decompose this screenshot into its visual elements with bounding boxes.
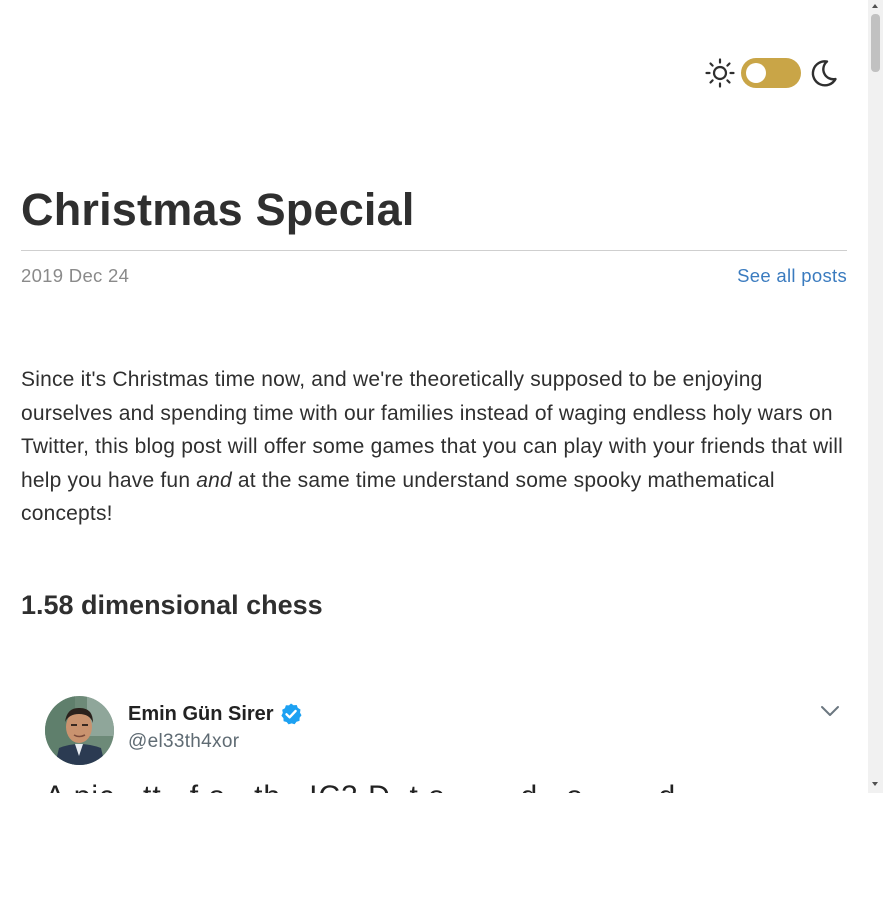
theme-toggle <box>704 56 839 90</box>
theme-switch[interactable] <box>741 58 801 88</box>
theme-switch-knob <box>746 63 766 83</box>
intro-emphasis: and <box>196 468 232 492</box>
vertical-scrollbar[interactable] <box>868 0 883 793</box>
page-viewport: Christmas Special 2019 Dec 24 See all po… <box>0 0 868 793</box>
tweet-text: A pic ..tt.. f.o.. th.. IC3 D..t.o..... … <box>45 780 676 793</box>
title-divider <box>21 250 847 251</box>
moon-icon <box>811 60 837 87</box>
post-date: 2019 Dec 24 <box>21 265 130 286</box>
scroll-down-arrow-icon[interactable] <box>872 782 878 786</box>
post-title: Christmas Special <box>21 184 415 235</box>
tweet-author-name[interactable]: Emin Gün Sirer <box>128 703 274 726</box>
scroll-up-arrow-icon[interactable] <box>872 4 878 8</box>
see-all-posts-link[interactable]: See all posts <box>737 265 847 287</box>
sun-icon <box>705 58 735 88</box>
embedded-tweet[interactable]: Emin Gün Sirer @el33th4xor A pic ..tt.. … <box>45 693 847 793</box>
avatar[interactable] <box>45 696 114 765</box>
verified-badge-icon <box>281 703 302 725</box>
intro-paragraph: Since it's Christmas time now, and we're… <box>21 363 847 531</box>
section-heading: 1.58 dimensional chess <box>21 590 323 620</box>
chevron-down-icon[interactable] <box>819 703 841 719</box>
tweet-author-handle[interactable]: @el33th4xor <box>128 731 239 753</box>
scrollbar-thumb[interactable] <box>871 14 880 72</box>
